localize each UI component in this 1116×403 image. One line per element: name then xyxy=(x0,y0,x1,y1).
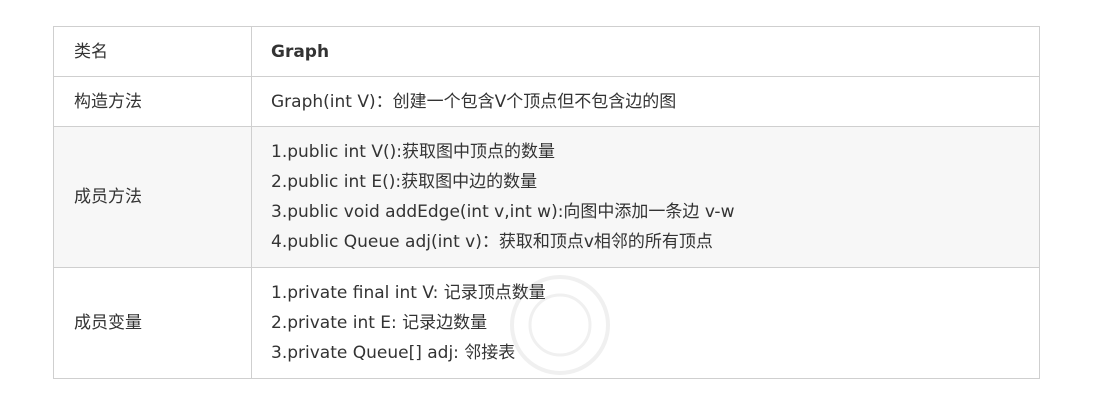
row-label-member-fields: 成员变量 xyxy=(53,267,252,379)
class-name-value: Graph xyxy=(251,26,1040,77)
method-line: 3.public void addEdge(int v,int w):向图中添加… xyxy=(271,202,735,222)
method-line: 4.public Queue adj(int v)：获取和顶点v相邻的所有顶点 xyxy=(271,232,713,252)
method-line: 1.public int V():获取图中顶点的数量 xyxy=(271,142,555,162)
class-api-table: 类名 Graph 构造方法 Graph(int V)：创建一个包含V个顶点但不包… xyxy=(53,26,1040,379)
field-line: 2.private int E: 记录边数量 xyxy=(271,313,488,333)
table-row-class-name: 类名 Graph xyxy=(53,26,1040,77)
row-label-class-name: 类名 xyxy=(53,26,252,77)
table-row-member-fields: 成员变量 1.private final int V: 记录顶点数量 2.pri… xyxy=(53,267,1040,379)
method-line: 2.public int E():获取图中边的数量 xyxy=(271,172,538,192)
table-row-constructor: 构造方法 Graph(int V)：创建一个包含V个顶点但不包含边的图 xyxy=(53,76,1040,127)
field-line: 3.private Queue[] adj: 邻接表 xyxy=(271,343,516,363)
row-label-member-methods: 成员方法 xyxy=(53,126,252,268)
member-methods-list: 1.public int V():获取图中顶点的数量 2.public int … xyxy=(251,126,1040,268)
field-line: 1.private final int V: 记录顶点数量 xyxy=(271,283,546,303)
member-fields-list: 1.private final int V: 记录顶点数量 2.private … xyxy=(251,267,1040,379)
row-label-constructor: 构造方法 xyxy=(53,76,252,127)
constructor-value: Graph(int V)：创建一个包含V个顶点但不包含边的图 xyxy=(251,76,1040,127)
table-row-member-methods: 成员方法 1.public int V():获取图中顶点的数量 2.public… xyxy=(53,126,1040,268)
